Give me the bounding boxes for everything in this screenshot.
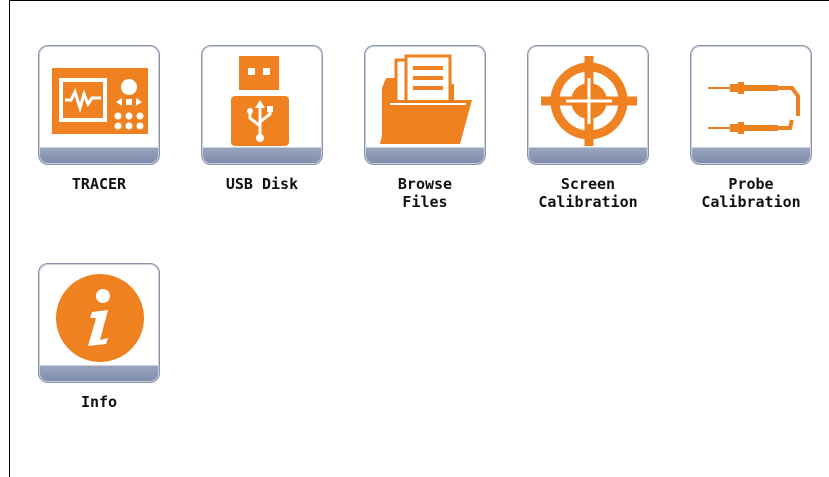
app-label-usb-disk: USB Disk [225, 175, 299, 193]
browse-files-tile[interactable] [364, 45, 486, 165]
info-icon [56, 274, 144, 362]
app-browse-files[interactable]: Browse Files [363, 45, 487, 211]
probe-leads-icon [708, 82, 800, 134]
app-screen-calibration[interactable]: Screen Calibration [526, 45, 650, 211]
tracer-tile[interactable] [38, 45, 160, 165]
app-label-browse-files: Browse Files [397, 175, 453, 211]
screen-calibration-tile[interactable] [527, 45, 649, 165]
tracer-instrument-icon [52, 68, 148, 134]
app-label-info: Info [80, 393, 118, 411]
app-probe-calibration[interactable]: Probe Calibration [689, 45, 813, 211]
folder-files-icon [380, 54, 472, 144]
usb-disk-tile[interactable] [201, 45, 323, 165]
app-label-probe-calibration: Probe Calibration [701, 175, 801, 211]
app-usb-disk[interactable]: USB Disk [200, 45, 324, 193]
probe-calibration-tile[interactable] [690, 45, 812, 165]
usb-drive-icon [231, 56, 289, 146]
app-tracer[interactable]: TRACER [37, 45, 161, 193]
crosshair-target-icon [541, 56, 637, 146]
app-info[interactable]: Info [37, 263, 161, 411]
app-label-tracer: TRACER [71, 175, 127, 193]
app-label-screen-calibration: Screen Calibration [538, 175, 638, 211]
info-tile[interactable] [38, 263, 160, 383]
